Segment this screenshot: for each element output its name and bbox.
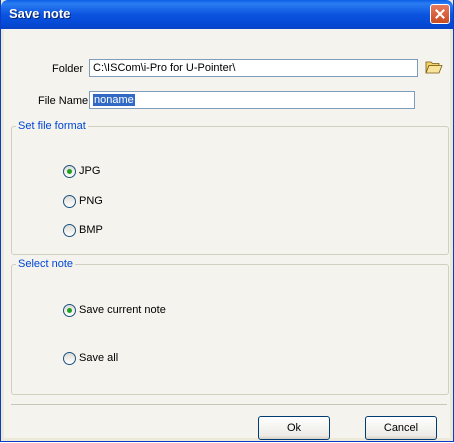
dialog-title: Save note (9, 6, 71, 21)
file-format-group: Set file format (11, 120, 449, 255)
radio-bmp-label: BMP (79, 224, 103, 236)
radio-circle (63, 224, 76, 237)
select-note-legend: Select note (18, 258, 74, 270)
radio-png-label: PNG (79, 195, 103, 207)
folder-path-value: C:\ISCom\i-Pro for U-Pointer\ (93, 62, 236, 74)
radio-selected-dot (67, 169, 72, 174)
folder-label: Folder (52, 63, 84, 75)
select-note-group: Select note (11, 258, 449, 395)
radio-jpg-label: JPG (79, 165, 101, 177)
radio-save-current-note-label: Save current note (79, 304, 166, 316)
radio-circle (63, 304, 76, 317)
file-name-value: noname (93, 94, 135, 106)
radio-circle (63, 352, 76, 365)
divider (11, 404, 447, 405)
save-note-dialog: Save note Folder C:\ISCom\i-Pro for U-Po… (0, 0, 454, 442)
radio-circle (63, 195, 76, 208)
cancel-button[interactable]: Cancel (365, 416, 437, 440)
ok-button[interactable]: Ok (258, 416, 330, 440)
file-name-input[interactable]: noname (89, 91, 415, 109)
close-icon[interactable] (430, 4, 450, 24)
radio-circle (63, 165, 76, 178)
folder-path-field[interactable]: C:\ISCom\i-Pro for U-Pointer\ (89, 59, 418, 77)
file-name-label: File Name (38, 95, 89, 107)
folder-open-icon[interactable] (425, 59, 443, 75)
radio-selected-dot (67, 308, 72, 313)
title-bar[interactable]: Save note (1, 0, 453, 29)
radio-save-all-label: Save all (79, 352, 119, 364)
file-format-legend: Set file format (18, 120, 86, 132)
